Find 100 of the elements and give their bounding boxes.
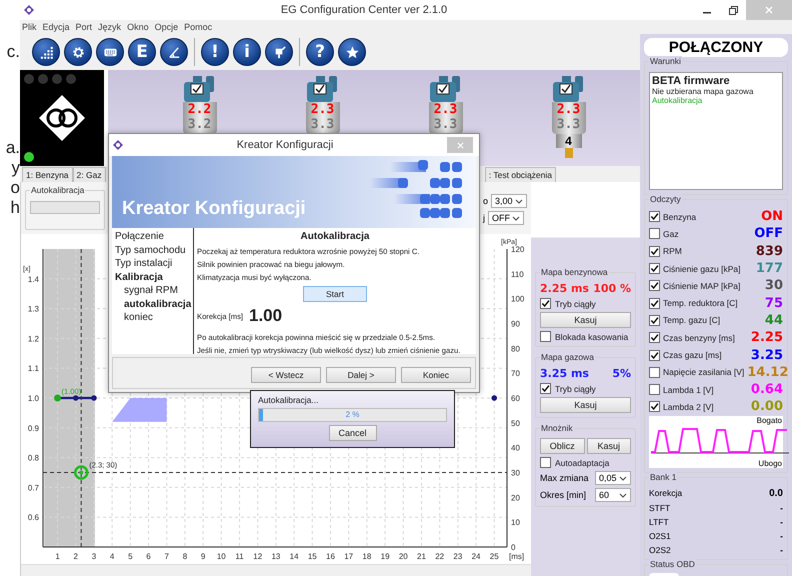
wizard-step: koniec [115,311,190,324]
keyboard-icon[interactable] [96,38,124,66]
menu-item[interactable]: Port [76,22,92,32]
tab[interactable]: 1: Benzyna [22,167,73,182]
injector-value: 2.2 [188,102,212,117]
checkbox[interactable] [649,401,660,412]
menu-item[interactable]: Opcje [154,22,178,32]
menu-item[interactable]: Język [98,22,122,32]
menu-item[interactable]: Plik [22,22,37,32]
data-point [54,394,62,402]
menu-item[interactable]: Pomoc [184,22,212,32]
dropdown[interactable]: 0,05 [595,471,631,485]
dropdown[interactable]: 60 [595,488,631,502]
x-axis-label: [ms] [509,552,524,561]
dialog-title: Kreator Konfiguracji [236,139,334,151]
checkbox[interactable] [540,383,551,394]
curve-area [112,398,167,422]
action-button[interactable]: Kasuj [586,438,631,454]
target-marker [74,465,88,480]
y-tick-label: 0.7 [28,483,39,492]
wizard-step: sygnał RPM [115,284,190,298]
x-tick-label: 19 [380,552,390,561]
checkbox[interactable] [649,332,660,344]
checkbox[interactable] [649,314,660,326]
reading-value: 3.25 [750,348,783,363]
field-label: Max zmiana [540,473,589,483]
tab[interactable]: 2: Gaz [72,167,106,182]
checkbox[interactable] [649,366,660,378]
x-tick-label: 12 [253,552,262,561]
checkbox[interactable] [540,331,551,342]
reading-label: Temp. reduktora [C] [663,298,739,308]
y2-tick-label: 20 [511,493,520,502]
x-tick-label: 25 [490,552,499,561]
checkbox[interactable] [649,350,660,361]
x-tick-label: 11 [235,552,244,561]
settings-icon[interactable] [64,38,92,66]
y-tick-label: 1.3 [28,304,39,314]
toolbar-button[interactable]: i [233,38,261,66]
y-tick-label: 0.8 [28,454,39,463]
reset-button[interactable]: Kasuj [540,397,631,413]
y2-tick-label: 80 [511,344,520,354]
dropdown[interactable]: OFF [488,211,524,225]
step-heading: Autokalibracja [300,231,370,242]
toolbar-button[interactable]: ! [201,38,229,66]
window-title: EG Configuration Center ver 2.1.0 [280,4,448,16]
reset-button[interactable]: Kasuj [540,312,631,328]
menu-item[interactable]: Edycja [42,22,70,32]
action-button[interactable]: Oblicz [540,438,584,454]
x-tick-label: 21 [417,552,426,561]
group-title: Mapa gazowa [540,352,595,362]
x-tick-label: 9 [200,552,206,561]
x-tick-label: 4 [110,552,114,561]
y2-tick-label: 0 [511,543,516,552]
dropdown[interactable]: 3,00 [491,194,527,208]
x-tick-label: 7 [164,552,169,561]
group-title: Warunki [649,56,682,66]
checkbox[interactable] [540,457,551,468]
logo-icon [37,93,87,143]
x-tick-label: 2 [74,552,78,561]
injector-number: 4 [556,134,582,148]
checkbox[interactable] [649,228,660,240]
empty-field [30,201,100,214]
bank-label: O2S1 [649,530,671,541]
injector-value: 3.3 [556,117,580,132]
grid-dots-icon[interactable] [32,38,60,66]
tab[interactable]: : Test obciążenia [484,167,556,182]
condition-text: Autokalibracja [652,96,704,105]
scrollbar[interactable] [21,564,531,576]
checkbox[interactable] [649,384,660,396]
toolbar-button[interactable]: E [128,38,156,66]
checkbox[interactable] [649,298,660,309]
checkbox[interactable] [649,246,660,257]
wizard-button[interactable]: Koniec [401,367,471,383]
wizard-button[interactable]: Dalej > [326,367,396,383]
bank-label: O2S2 [649,544,671,555]
menu-item[interactable]: Okno [127,22,149,32]
toolbar-button[interactable]: ? [306,38,334,66]
x-tick-label: 15 [308,552,317,561]
background-text: y [12,158,20,178]
x-tick-label: 24 [472,552,481,561]
injector-value: 3.3 [310,117,334,132]
cancel-button[interactable]: Cancel [328,425,376,441]
reading-label: Lambda 1 [V] [663,384,715,395]
dropdown-caret-icon [515,198,523,204]
restore-icon [728,6,738,14]
checkbox[interactable] [649,263,660,274]
y2-tick-label: 30 [511,468,520,478]
checkbox[interactable] [649,280,660,292]
checkbox[interactable] [540,298,551,309]
app-icon [24,5,34,15]
wizard-step: Połączenie [115,230,190,244]
reading-value: ON [761,209,783,224]
angle-icon[interactable] [160,38,188,66]
map-percent: 100 % [593,282,631,295]
wizard-button[interactable]: < Wstecz [251,367,321,383]
injector-icon[interactable] [265,38,293,66]
start-button[interactable]: Start [303,286,367,302]
field-label: o [482,196,488,206]
reading-value: 0.00 [750,399,783,414]
checkbox[interactable] [649,211,660,222]
